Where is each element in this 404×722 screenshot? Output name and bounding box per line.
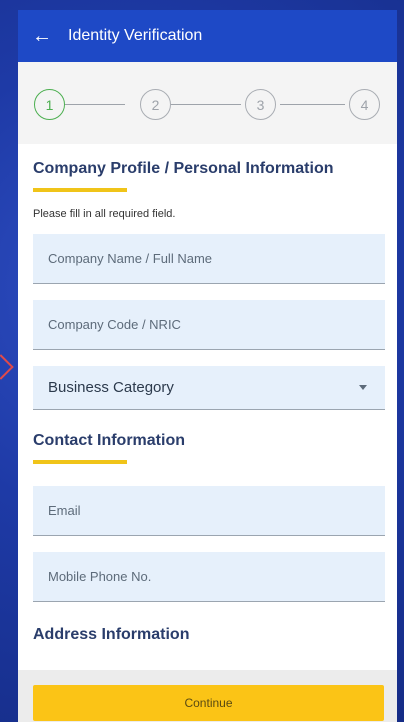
step-connector	[280, 104, 345, 105]
step-2: 2	[140, 89, 171, 120]
step-connector	[171, 104, 241, 105]
email-field[interactable]: Email	[33, 486, 385, 536]
step-3: 3	[245, 89, 276, 120]
step-4: 4	[349, 89, 380, 120]
section-title-contact: Contact Information	[33, 432, 185, 449]
step-connector	[65, 104, 125, 105]
section-title-address: Address Information	[33, 626, 190, 643]
back-arrow-icon[interactable]: ←	[18, 10, 66, 62]
business-category-select[interactable]: Business Category	[33, 366, 385, 410]
progress-stepper: 1 2 3 4	[18, 62, 397, 144]
section-underline	[33, 188, 127, 192]
step-1: 1	[34, 89, 65, 120]
continue-bar: Continue	[18, 670, 397, 722]
section-title-company-profile: Company Profile / Personal Information	[33, 160, 334, 177]
section-underline	[33, 460, 127, 464]
dropdown-caret-icon	[359, 385, 367, 390]
app-bar: ← Identity Verification	[18, 10, 397, 62]
continue-button[interactable]: Continue	[33, 685, 384, 721]
helper-text: Please fill in all required field.	[33, 208, 176, 220]
phone-screen: ← Identity Verification 1 2 3 4 Company …	[18, 10, 397, 722]
company-code-field[interactable]: Company Code / NRIC	[33, 300, 385, 350]
mobile-phone-field[interactable]: Mobile Phone No.	[33, 552, 385, 602]
page-title: Identity Verification	[68, 27, 203, 44]
side-chevron-icon	[0, 354, 14, 380]
company-name-field[interactable]: Company Name / Full Name	[33, 234, 385, 284]
form-content: Company Profile / Personal Information P…	[18, 160, 397, 644]
business-category-label: Business Category	[48, 379, 174, 396]
